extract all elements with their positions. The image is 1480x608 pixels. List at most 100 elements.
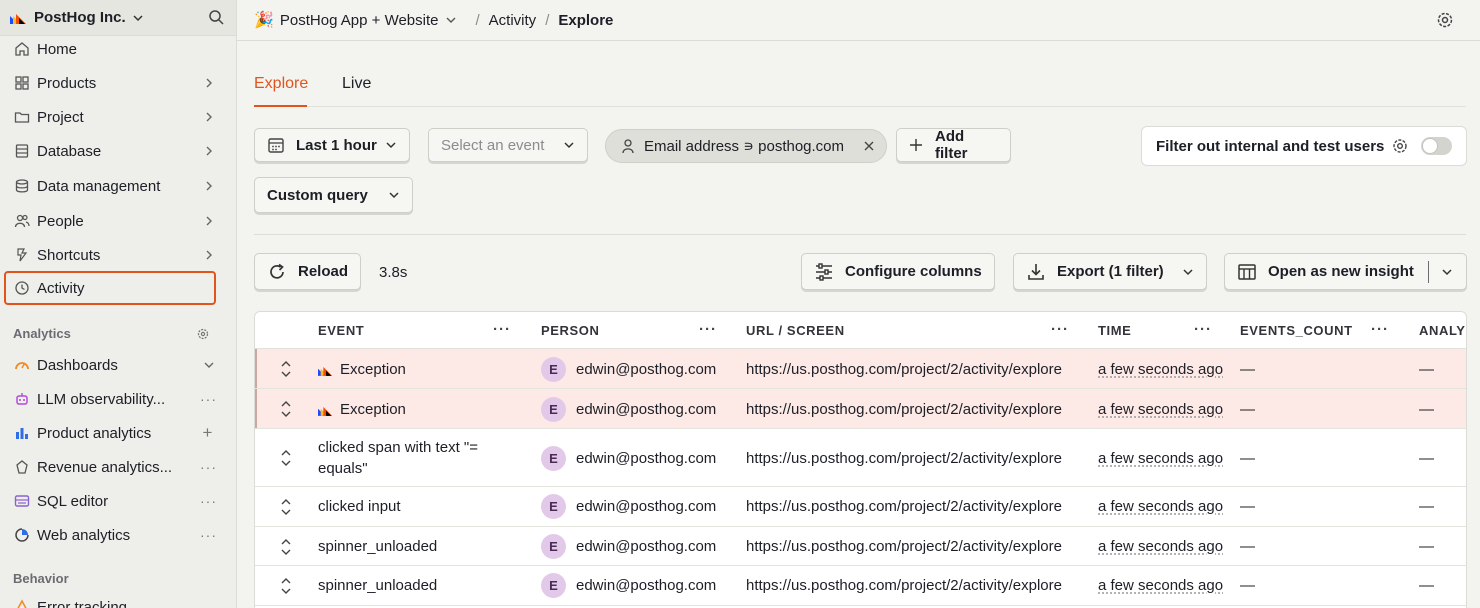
person-cell[interactable]: edwin@posthog.com [576,361,716,378]
sidebar-item-home[interactable]: Home [6,34,228,64]
event-name: Exception [340,361,406,378]
column-menu-icon[interactable]: ··· [699,321,717,338]
sidebar-item-label: LLM observability... [37,390,166,408]
internal-users-filter: Filter out internal and test users [1141,126,1467,166]
date-range-select[interactable]: Last 1 hour [254,128,410,162]
breadcrumb: 🎉 PostHog App + Website / Activity / Exp… [237,0,1480,41]
reload-button[interactable]: Reload [254,253,361,290]
events-count-cell: — [1240,401,1255,418]
event-name: equals" [318,460,368,477]
sidebar-item-web-analytics[interactable]: Web analytics ··· [6,520,228,550]
tab-explore[interactable]: Explore [254,75,308,93]
sidebar-item-label: People [37,212,84,230]
breadcrumb-activity[interactable]: Activity [489,12,537,29]
person-cell[interactable]: edwin@posthog.com [576,577,716,594]
sidebar-item-label: Product analytics [37,424,152,442]
more-icon[interactable]: ··· [200,391,216,407]
export-label: Export (1 filter) [1057,263,1164,280]
sidebar-item-products[interactable]: Products [6,68,228,98]
add-filter-button[interactable]: Add filter [896,128,1011,162]
reload-icon [270,263,284,279]
sidebar-item-label: Dashboards [37,356,118,374]
expand-icon[interactable] [280,400,292,418]
avatar: E [541,494,566,519]
close-icon[interactable] [863,140,875,152]
sidebar-item-error-tracking[interactable]: Error tracking [6,592,228,608]
column-header-events-count[interactable]: EVENTS_COUNT [1240,323,1353,338]
chevron-down-icon [133,14,143,21]
table-row[interactable]: clicked input E edwin@posthog.com https:… [255,487,1466,527]
sidebar-item-shortcuts[interactable]: Shortcuts [6,240,228,270]
column-header-analy[interactable]: ANALY [1419,323,1466,338]
sidebar-item-data-management[interactable]: Data management [6,171,228,201]
table-row[interactable]: spinner_unloaded E edwin@posthog.com htt… [255,566,1466,606]
event-select[interactable]: Select an event [428,128,588,162]
date-range-label: Last 1 hour [296,136,377,154]
sidebar-item-database[interactable]: Database [6,136,228,166]
event-name: spinner_unloaded [318,538,438,555]
event-name: spinner_unloaded [318,577,438,594]
chevron-down-icon[interactable] [202,358,216,372]
expand-icon[interactable] [280,538,292,556]
filter-pill-label: Email address ∍ posthog.com [644,138,845,155]
sidebar-item-llm-observability[interactable]: LLM observability... ··· [6,384,228,414]
database-icon [15,144,29,158]
sidebar-item-revenue-analytics[interactable]: Revenue analytics... ··· [6,452,228,482]
sidebar-item-dashboards[interactable]: Dashboards [6,350,228,380]
column-header-event[interactable]: EVENT [318,323,364,338]
sidebar-item-sql-editor[interactable]: SQL editor ··· [6,486,228,516]
person-cell[interactable]: edwin@posthog.com [576,538,716,555]
internal-filter-label: Filter out internal and test users [1156,137,1385,155]
active-tab-indicator [254,105,307,107]
search-icon[interactable] [208,9,224,25]
sidebar-item-project[interactable]: Project [6,102,228,132]
tab-live[interactable]: Live [342,75,371,93]
gear-icon[interactable] [1435,10,1455,30]
chevron-down-icon[interactable] [1441,266,1453,278]
column-menu-icon[interactable]: ··· [1194,321,1212,338]
gear-icon[interactable] [1391,137,1409,155]
column-header-time[interactable]: TIME [1098,323,1131,338]
more-icon[interactable]: ··· [200,527,216,543]
breadcrumb-project[interactable]: PostHog App + Website [280,12,439,29]
column-menu-icon[interactable]: ··· [1371,321,1389,338]
expand-icon[interactable] [280,498,292,516]
sidebar-item-people[interactable]: People [6,206,228,236]
table-row[interactable]: spinner_unloaded E edwin@posthog.com htt… [255,527,1466,566]
chevron-down-icon[interactable] [445,14,457,26]
column-menu-icon[interactable]: ··· [1051,321,1069,338]
more-icon[interactable]: ··· [200,459,216,475]
table-row[interactable]: clicked span with text "= equals" E edwi… [255,429,1466,487]
chevron-down-icon [1183,268,1193,275]
email-filter-pill[interactable]: Email address ∍ posthog.com [605,129,887,163]
events-table: EVENT ··· PERSON ··· URL / SCREEN ··· TI… [254,311,1467,608]
error-icon [17,599,27,608]
sidebar-item-activity[interactable]: Activity [4,271,216,305]
sidebar-item-product-analytics[interactable]: Product analytics + [6,418,228,448]
internal-users-toggle[interactable] [1421,137,1452,155]
column-header-person[interactable]: PERSON [541,323,600,338]
column-menu-icon[interactable]: ··· [493,321,511,338]
expand-icon[interactable] [280,360,292,378]
person-cell[interactable]: edwin@posthog.com [576,450,716,467]
table-row[interactable]: Exception E edwin@posthog.com https://us… [255,389,1466,429]
chevron-right-icon [206,78,212,88]
custom-query-select[interactable]: Custom query [254,177,413,213]
time-cell: a few seconds ago [1098,361,1224,378]
org-switcher[interactable]: PostHog Inc. [0,0,236,36]
open-as-insight-button[interactable]: Open as new insight [1224,253,1467,290]
breadcrumb-separator: / [475,11,480,29]
person-cell[interactable]: edwin@posthog.com [576,498,716,515]
more-icon[interactable]: ··· [200,493,216,509]
expand-icon[interactable] [280,577,292,595]
person-cell[interactable]: edwin@posthog.com [576,401,716,418]
split-divider [1427,260,1429,283]
plus-icon[interactable]: + [200,423,216,443]
expand-icon[interactable] [280,449,292,467]
sidebar: PostHog Inc. Home Products Project Datab… [0,0,237,608]
export-button[interactable]: Export (1 filter) [1013,253,1207,290]
column-header-url[interactable]: URL / SCREEN [746,323,845,338]
table-row[interactable]: Exception E edwin@posthog.com https://us… [255,349,1466,389]
configure-columns-button[interactable]: Configure columns [801,253,995,290]
gear-icon[interactable] [196,327,210,341]
